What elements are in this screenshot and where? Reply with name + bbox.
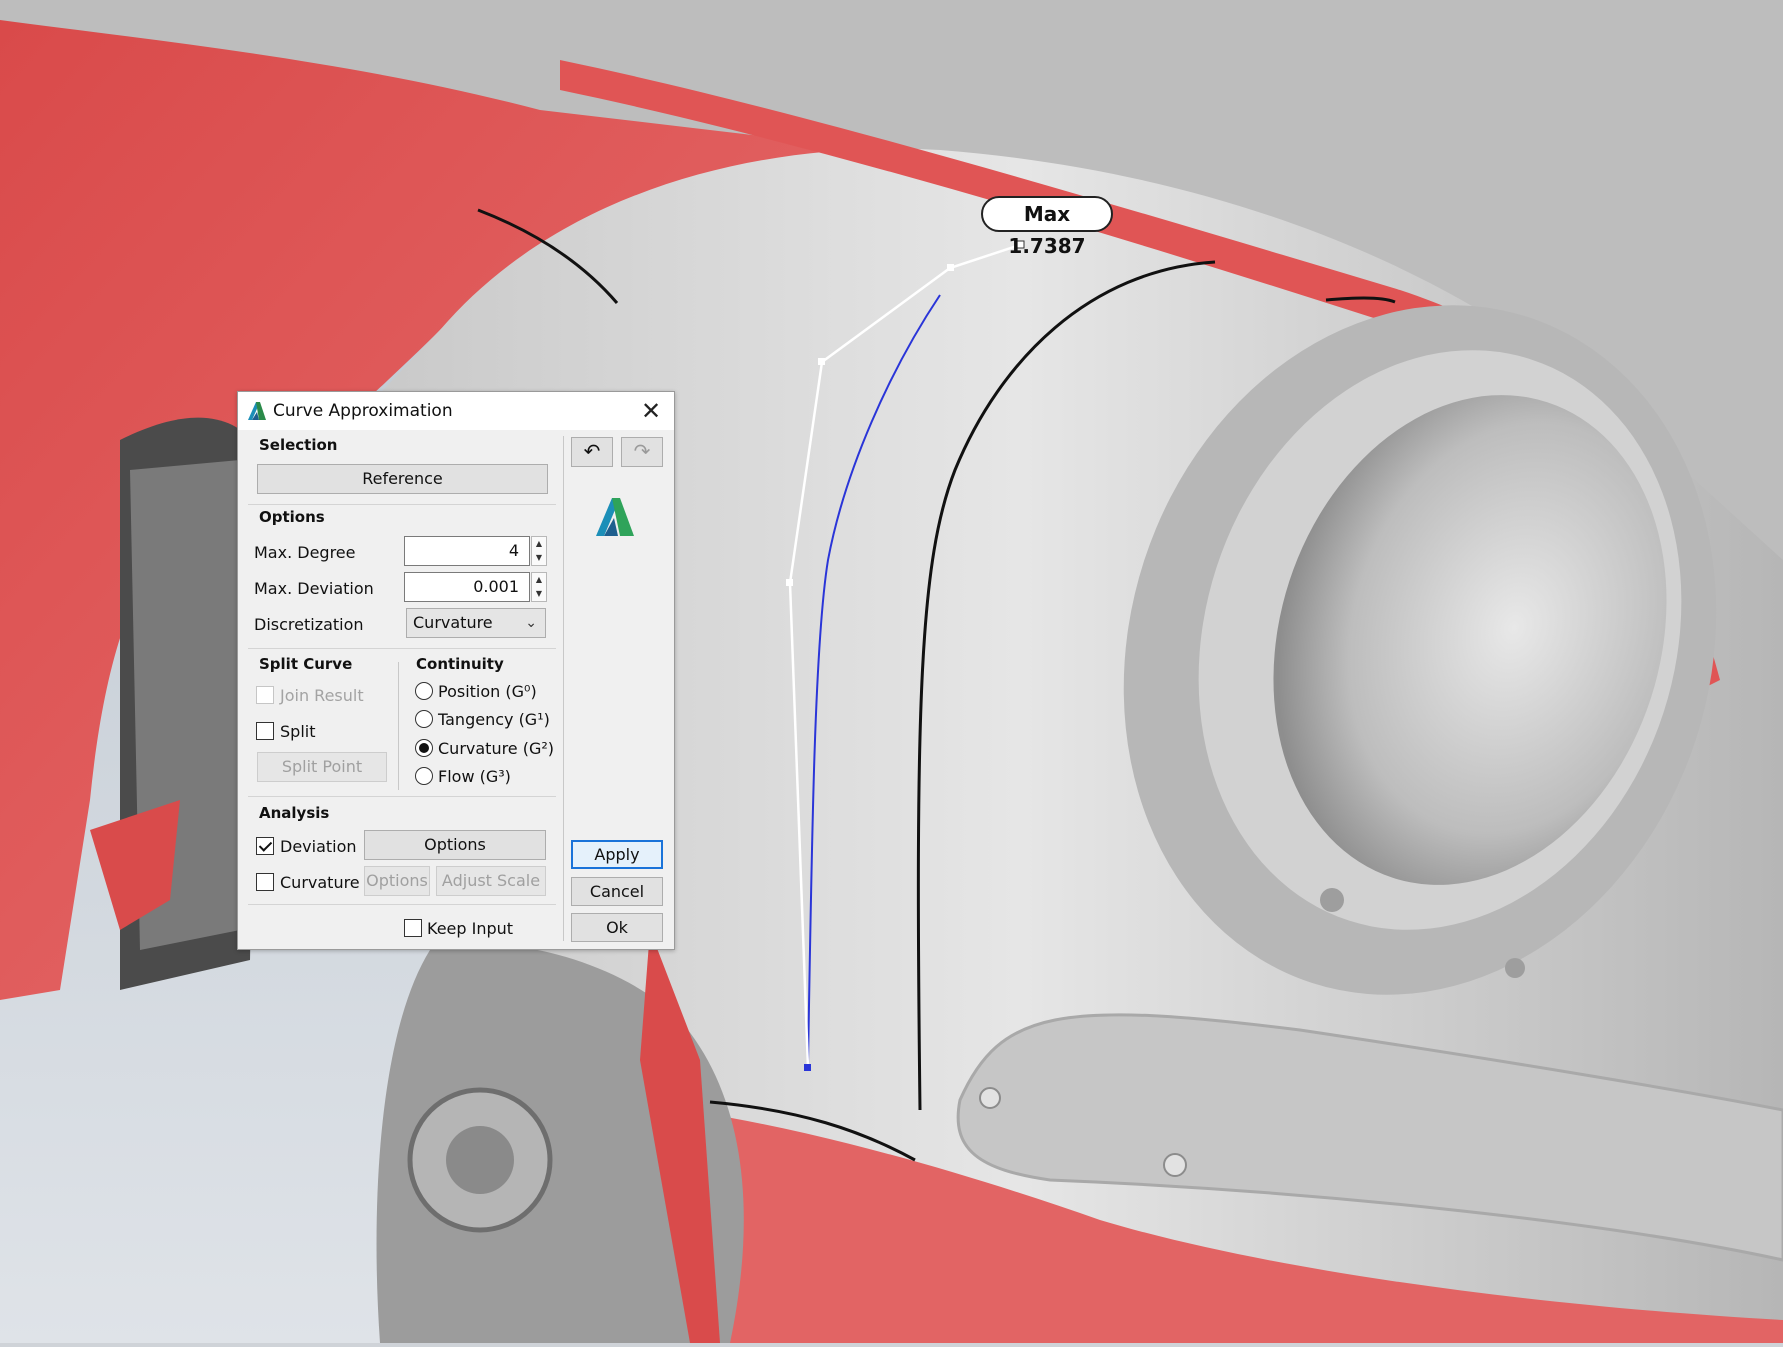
divider [248, 796, 556, 797]
join-result-checkbox[interactable] [256, 686, 274, 704]
max-deviation-input[interactable]: 0.001 [404, 572, 530, 602]
undo-icon[interactable]: ↶ [571, 437, 613, 467]
join-result-label: Join Result [280, 686, 364, 705]
tangency-g1-label: Tangency (G¹) [438, 710, 550, 729]
max-deviation-annotation: Max 1.7387 [981, 196, 1113, 258]
divider [248, 648, 556, 649]
curve-approximation-dialog: Curve Approximation ✕ Selection Referenc… [237, 391, 675, 950]
deviation-checkbox[interactable] [256, 837, 274, 855]
max-deviation-label: Max. Deviation [254, 579, 374, 598]
curvature-options-button[interactable]: Options [364, 866, 430, 896]
curvature-g2-radio[interactable] [415, 739, 433, 757]
close-icon[interactable]: ✕ [636, 396, 666, 426]
position-g0-label: Position (G⁰) [438, 682, 537, 701]
keep-input-checkbox[interactable] [404, 919, 422, 937]
adjust-scale-button[interactable]: Adjust Scale [436, 866, 546, 896]
divider [398, 662, 399, 790]
selection-section-title: Selection [259, 436, 338, 454]
redo-icon[interactable]: ↷ [621, 437, 663, 467]
discretization-value: Curvature [413, 613, 493, 632]
max-degree-label: Max. Degree [254, 543, 356, 562]
keep-input-label: Keep Input [427, 919, 514, 938]
dialog-title: Curve Approximation [273, 401, 453, 421]
cancel-button[interactable]: Cancel [571, 877, 663, 906]
autodesk-logo-icon [248, 402, 266, 420]
flow-g3-radio[interactable] [415, 767, 433, 785]
divider [248, 904, 556, 905]
position-g0-radio[interactable] [415, 682, 433, 700]
curvature-checkbox[interactable] [256, 873, 274, 891]
max-degree-input[interactable]: 4 [404, 536, 530, 566]
continuity-section-title: Continuity [416, 655, 504, 673]
deviation-label: Deviation [280, 837, 357, 856]
options-section-title: Options [259, 508, 325, 526]
chevron-down-icon: ⌄ [525, 615, 537, 631]
reference-button[interactable]: Reference [257, 464, 548, 494]
discretization-label: Discretization [254, 615, 364, 634]
curvature-label: Curvature [280, 873, 360, 892]
divider [563, 436, 564, 941]
split-checkbox[interactable] [256, 722, 274, 740]
curvature-g2-label: Curvature (G²) [438, 739, 555, 758]
max-degree-stepper[interactable]: ▲ ▼ [531, 536, 547, 566]
apply-button[interactable]: Apply [571, 840, 663, 869]
deviation-options-button[interactable]: Options [364, 830, 546, 860]
ok-button[interactable]: Ok [571, 913, 663, 942]
divider [248, 504, 556, 505]
split-label: Split [280, 722, 316, 741]
max-deviation-stepper[interactable]: ▲ ▼ [531, 572, 547, 602]
dialog-titlebar[interactable]: Curve Approximation ✕ [238, 392, 674, 430]
flow-g3-label: Flow (G³) [438, 767, 511, 786]
analysis-section-title: Analysis [259, 804, 330, 822]
discretization-select[interactable]: Curvature ⌄ [406, 608, 546, 638]
tangency-g1-radio[interactable] [415, 710, 433, 728]
split-point-button[interactable]: Split Point [257, 752, 387, 782]
autodesk-logo-icon [596, 498, 634, 536]
split-curve-section-title: Split Curve [259, 655, 353, 673]
